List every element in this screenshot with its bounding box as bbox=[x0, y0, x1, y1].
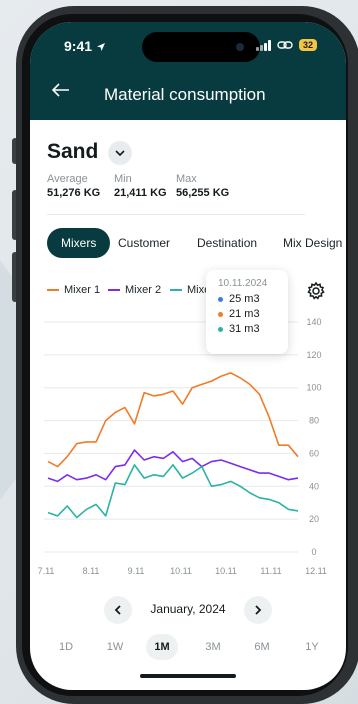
consumption-chart: 0 20 40 60 80 100 120 140 7.11 8.11 9.11 10.11 10.11… bbox=[38, 317, 327, 576]
chevron-right-icon bbox=[255, 605, 262, 615]
link-icon bbox=[277, 41, 293, 49]
range-3m[interactable]: 3M bbox=[197, 634, 229, 660]
gear-icon bbox=[307, 281, 325, 300]
app-header: 9:41 32 Material consumption bbox=[30, 22, 346, 120]
x-tick-label: 9.11 bbox=[128, 566, 145, 576]
stat-min: Min 21,411 KG bbox=[114, 173, 167, 199]
group-tabs: Mixers Customer Destination Mix Design bbox=[47, 228, 346, 258]
tooltip-date: 10.11.2024 bbox=[218, 278, 268, 289]
x-tick-label: 7.11 bbox=[38, 566, 55, 576]
time-range-selector: 1D 1W 1M 3M 6M 1Y bbox=[30, 634, 346, 660]
tooltip-row: 31 m3 bbox=[218, 323, 276, 335]
stat-average: Average 51,276 KG bbox=[47, 173, 101, 199]
camera-dot bbox=[236, 43, 244, 51]
legend-item-mixer-1[interactable]: Mixer 1 bbox=[47, 284, 100, 296]
arrow-left-icon bbox=[51, 83, 69, 97]
legend-swatch bbox=[170, 289, 182, 291]
legend-item-mixer-3[interactable]: Mixe bbox=[170, 284, 210, 296]
tooltip-row: 21 m3 bbox=[218, 308, 276, 320]
next-month-button[interactable] bbox=[244, 596, 272, 624]
divider bbox=[47, 214, 305, 215]
tooltip-dot bbox=[218, 296, 223, 302]
tooltip-dot bbox=[218, 326, 223, 332]
signal-icon bbox=[256, 39, 271, 51]
back-button[interactable] bbox=[51, 82, 70, 101]
x-tick-label: 11.11 bbox=[260, 566, 281, 576]
chevron-down-icon bbox=[115, 150, 125, 156]
range-6m[interactable]: 6M bbox=[246, 634, 278, 660]
app-screen: 9:41 32 Material consumption Sand Averag… bbox=[30, 22, 346, 690]
y-tick-label: 100 bbox=[306, 383, 321, 393]
range-1d[interactable]: 1D bbox=[50, 634, 82, 660]
y-tick-label: 40 bbox=[309, 481, 319, 491]
status-time: 9:41 bbox=[64, 38, 106, 54]
material-dropdown-button[interactable] bbox=[108, 141, 132, 165]
material-name: Sand bbox=[47, 140, 99, 163]
dynamic-island bbox=[142, 32, 260, 62]
stat-max: Max 56,255 KG bbox=[176, 173, 230, 199]
tooltip-row: 25 m3 bbox=[218, 293, 276, 305]
y-tick-label: 60 bbox=[309, 448, 319, 458]
status-icons: 32 bbox=[256, 36, 318, 54]
x-tick-label: 12.11 bbox=[305, 566, 327, 576]
chart-tooltip: 10.11.2024 25 m3 21 m3 31 m3 bbox=[206, 270, 288, 354]
y-tick-label: 20 bbox=[309, 514, 319, 524]
range-1w[interactable]: 1W bbox=[99, 634, 131, 660]
chart-settings-button[interactable] bbox=[306, 281, 326, 305]
tab-customer[interactable]: Customer bbox=[118, 228, 170, 258]
range-1m[interactable]: 1M bbox=[146, 634, 178, 660]
month-label: January, 2024 bbox=[150, 602, 226, 616]
x-tick-label: 10.11 bbox=[170, 566, 192, 576]
y-tick-label: 140 bbox=[306, 317, 321, 327]
tooltip-dot bbox=[218, 311, 223, 317]
battery-indicator: 32 bbox=[299, 39, 318, 51]
tab-mix-design[interactable]: Mix Design bbox=[283, 228, 342, 258]
month-navigator: January, 2024 bbox=[30, 596, 346, 624]
tab-destination[interactable]: Destination bbox=[197, 228, 257, 258]
page-title: Material consumption bbox=[104, 85, 266, 104]
x-tick-label: 10.11 bbox=[215, 566, 237, 576]
legend-swatch bbox=[108, 289, 120, 291]
home-indicator bbox=[140, 674, 236, 678]
location-arrow-icon bbox=[96, 43, 105, 51]
legend-swatch bbox=[47, 289, 59, 291]
y-tick-label: 80 bbox=[309, 416, 319, 426]
y-tick-label: 0 bbox=[311, 547, 316, 557]
legend-item-mixer-2[interactable]: Mixer 2 bbox=[108, 284, 161, 296]
y-tick-label: 120 bbox=[306, 350, 321, 360]
x-tick-label: 8.11 bbox=[83, 566, 100, 576]
range-1y[interactable]: 1Y bbox=[296, 634, 328, 660]
tab-mixers[interactable]: Mixers bbox=[47, 228, 111, 258]
